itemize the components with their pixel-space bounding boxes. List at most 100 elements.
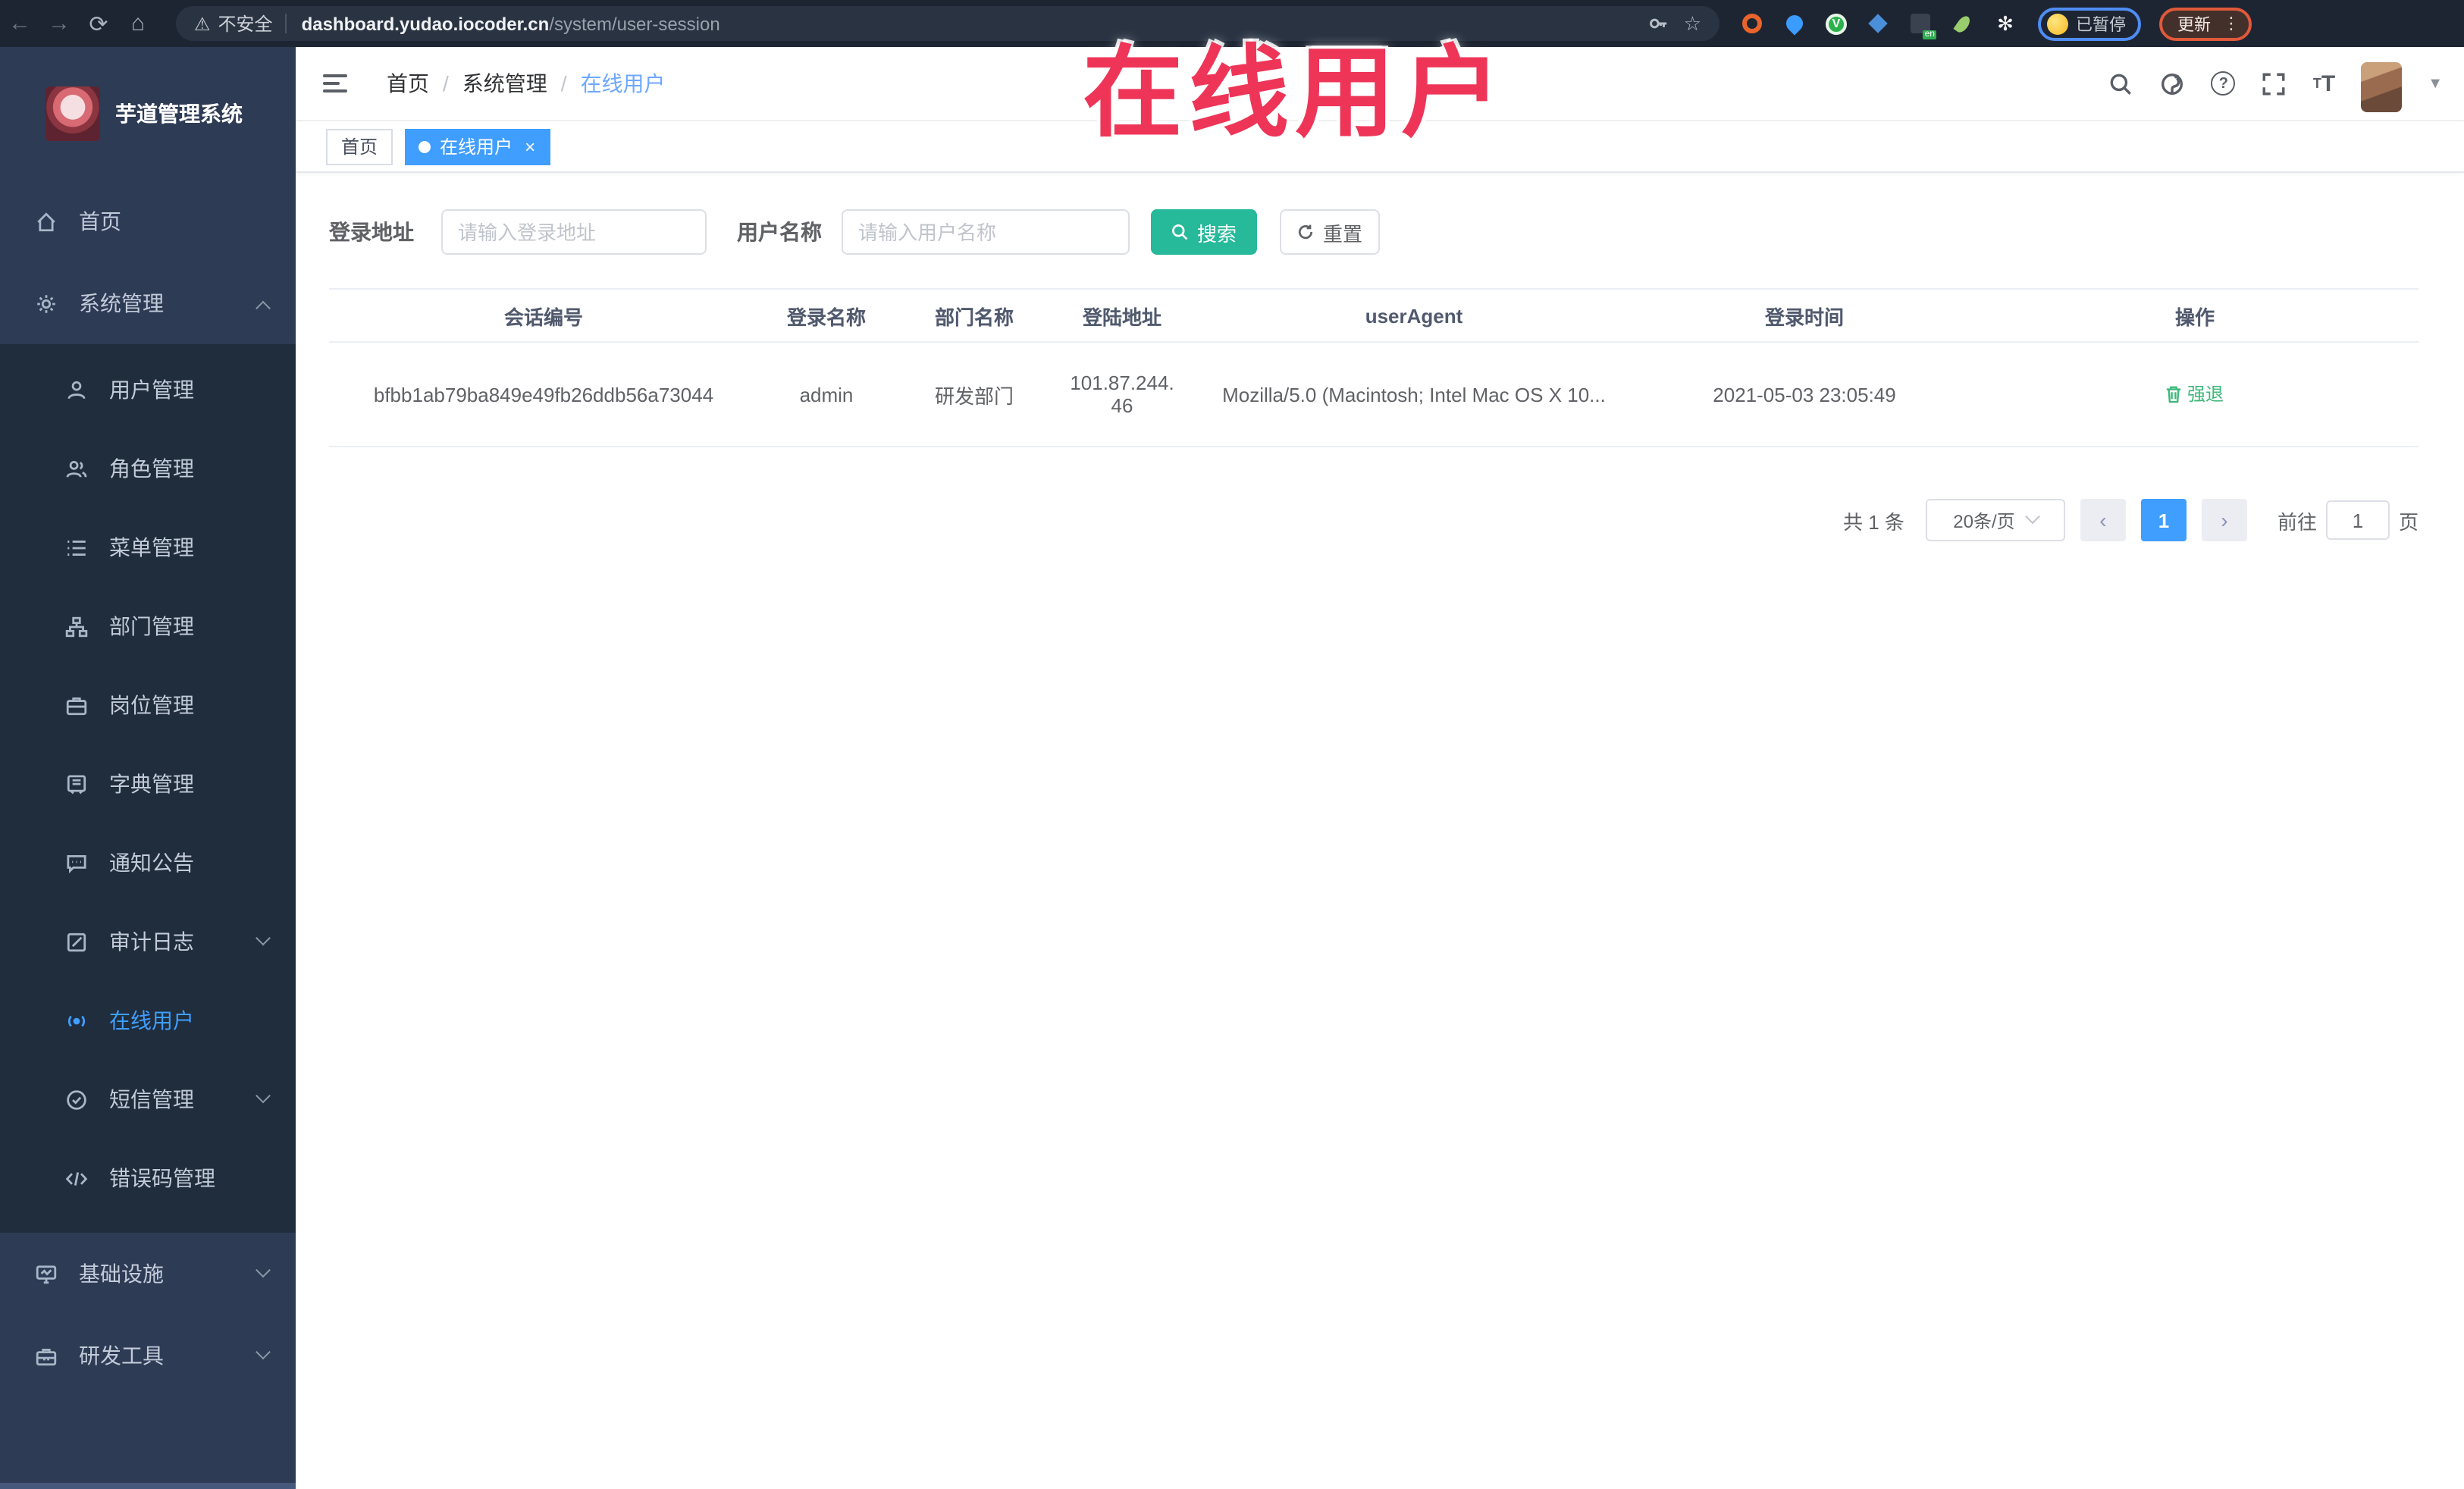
breadcrumb-section[interactable]: 系统管理 <box>462 68 547 99</box>
paused-extension-chip[interactable]: 已暂停 <box>2038 7 2141 40</box>
sidebar-item-home[interactable]: 首页 <box>0 180 296 262</box>
sidebar-submenu: 用户管理 角色管理 菜单管理 部门管理 岗位管理 字典管理 通知公告 审计日志 … <box>0 344 296 1233</box>
chevron-down-icon <box>255 1262 271 1277</box>
chevron-up-icon <box>255 299 271 315</box>
cell-login-time: 2021-05-03 23:05:49 <box>1713 383 1896 406</box>
sidebar-item-online-users[interactable]: 在线用户 <box>0 981 296 1060</box>
sidebar-item-roles[interactable]: 角色管理 <box>0 429 296 508</box>
sidebar-item-menus[interactable]: 菜单管理 <box>0 508 296 587</box>
prev-page-button[interactable]: ‹ <box>2080 499 2126 541</box>
app-title: 芋道管理系统 <box>115 102 243 126</box>
sidebar-item-label: 系统管理 <box>79 291 164 315</box>
users-icon <box>64 457 89 480</box>
page-unit-label: 页 <box>2398 510 2419 533</box>
page-1-button[interactable]: 1 <box>2140 499 2187 541</box>
next-page-button[interactable]: › <box>2201 499 2247 541</box>
extensions-row: V en ✻ <box>1741 11 2017 39</box>
breadcrumb-home[interactable]: 首页 <box>387 68 429 99</box>
goto-label: 前往 <box>2277 510 2317 533</box>
extension-icon[interactable]: ✻ <box>1994 11 2017 35</box>
close-icon[interactable]: × <box>525 136 535 157</box>
chevron-down-icon <box>255 929 271 945</box>
breadcrumb-current: 在线用户 <box>580 71 666 96</box>
browser-menu-icon[interactable]: ⋮ <box>2223 14 2240 33</box>
extension-icon[interactable] <box>1867 12 1889 35</box>
sidebar-item-label: 错误码管理 <box>109 1166 215 1190</box>
table-header-row: 会话编号 登录名称 部门名称 登陆地址 userAgent 登录时间 操作 <box>329 288 2419 343</box>
extension-icon[interactable] <box>1741 12 1763 35</box>
sidebar-item-system[interactable]: 系统管理 <box>0 262 296 344</box>
sidebar-item-infrastructure[interactable]: 基础设施 <box>0 1233 296 1315</box>
extension-icon[interactable]: V <box>1826 13 1847 34</box>
toolbox-icon <box>33 1344 59 1367</box>
sidebar-item-error-codes[interactable]: 错误码管理 <box>0 1139 296 1218</box>
table-row: bfbb1ab79ba849e49fb26ddb56a73044 admin 研… <box>329 343 2419 447</box>
sidebar-item-label: 字典管理 <box>109 772 194 796</box>
search-icon[interactable] <box>2108 71 2134 96</box>
search-form: 登录地址 用户名称 搜索 重置 <box>329 209 2419 255</box>
column-header: 登录名称 <box>786 306 866 328</box>
sidebar-item-sms[interactable]: 短信管理 <box>0 1060 296 1139</box>
pagination: 共 1 条 20条/页 ‹ 1 › 前往 页 <box>329 499 2419 541</box>
translate-extension-icon[interactable]: en <box>1909 12 1936 39</box>
user-avatar[interactable] <box>2361 61 2403 111</box>
tag-online-users[interactable]: 在线用户 × <box>405 128 551 165</box>
sidebar-item-departments[interactable]: 部门管理 <box>0 587 296 666</box>
goto-page-input[interactable] <box>2325 500 2390 540</box>
login-address-input[interactable] <box>441 209 707 255</box>
avatar-caret-down-icon[interactable]: ▼ <box>2428 75 2443 92</box>
tag-home[interactable]: 首页 <box>326 128 393 165</box>
key-icon[interactable] <box>1649 14 1669 33</box>
extension-icon[interactable] <box>1951 12 1974 35</box>
sidebar-item-posts[interactable]: 岗位管理 <box>0 666 296 744</box>
not-secure-label: 不安全 <box>218 14 273 35</box>
list-icon <box>64 536 89 559</box>
help-icon[interactable]: ? <box>2211 71 2236 96</box>
reset-button[interactable]: 重置 <box>1280 209 1380 255</box>
active-tag-dot <box>419 140 431 152</box>
cell-dept-name: 研发部门 <box>934 384 1014 407</box>
url-path: /system/user-session <box>549 13 720 34</box>
refresh-icon <box>1299 224 1314 240</box>
app-logo-row[interactable]: 芋道管理系统 <box>0 47 296 180</box>
paused-badge: 已暂停 <box>2076 16 2126 34</box>
address-bar[interactable]: ⚠ 不安全 dashboard.yudao.iocoder.cn /system… <box>176 6 1719 41</box>
emoji-extension-icon <box>2047 13 2068 34</box>
force-logout-button[interactable]: 强退 <box>2166 381 2224 407</box>
total-count: 共 1 条 <box>1843 510 1904 533</box>
username-input[interactable] <box>842 209 1130 255</box>
tags-view-bar: 首页 在线用户 × <box>296 121 2464 173</box>
book-icon <box>64 773 89 795</box>
user-icon <box>64 378 89 401</box>
browser-home-icon[interactable]: ⌂ <box>118 11 158 36</box>
sidebar-item-label: 基础设施 <box>79 1262 164 1286</box>
chevron-down-icon <box>255 1343 271 1359</box>
search-button[interactable]: 搜索 <box>1151 209 1257 255</box>
browser-update-button[interactable]: 更新 ⋮ <box>2159 7 2252 40</box>
sidebar-item-audit-logs[interactable]: 审计日志 <box>0 902 296 981</box>
column-header: 登陆地址 <box>1082 306 1161 328</box>
browser-forward-icon[interactable]: → <box>39 11 79 36</box>
update-label: 更新 <box>2177 16 2211 34</box>
fullscreen-icon[interactable] <box>2262 71 2287 96</box>
sidebar-item-dicts[interactable]: 字典管理 <box>0 744 296 823</box>
sidebar-item-notices[interactable]: 通知公告 <box>0 823 296 902</box>
bookmark-star-icon[interactable]: ☆ <box>1684 11 1701 36</box>
browser-back-icon[interactable]: ← <box>0 11 39 36</box>
sidebar-item-label: 在线用户 <box>109 1008 194 1033</box>
sidebar-item-users[interactable]: 用户管理 <box>0 350 296 429</box>
sessions-table: 会话编号 登录名称 部门名称 登陆地址 userAgent 登录时间 操作 bf… <box>329 288 2419 447</box>
tag-label: 在线用户 <box>440 136 513 158</box>
sidebar-item-label: 审计日志 <box>109 929 194 954</box>
cell-user-agent: Mozilla/5.0 (Macintosh; Intel Mac OS X 1… <box>1222 383 1606 406</box>
url-host: dashboard.yudao.iocoder.cn <box>301 13 550 34</box>
search-icon <box>1173 224 1189 240</box>
font-size-icon[interactable]: TT <box>2313 72 2335 95</box>
github-icon[interactable] <box>2160 71 2186 96</box>
extension-icon[interactable] <box>1782 11 1807 36</box>
collapse-sidebar-icon[interactable] <box>323 74 347 92</box>
cell-login-name: admin <box>799 383 854 406</box>
sidebar-item-dev-tools[interactable]: 研发工具 <box>0 1315 296 1397</box>
browser-reload-icon[interactable]: ⟳ <box>79 10 118 37</box>
page-size-select[interactable]: 20条/页 <box>1925 499 2065 541</box>
